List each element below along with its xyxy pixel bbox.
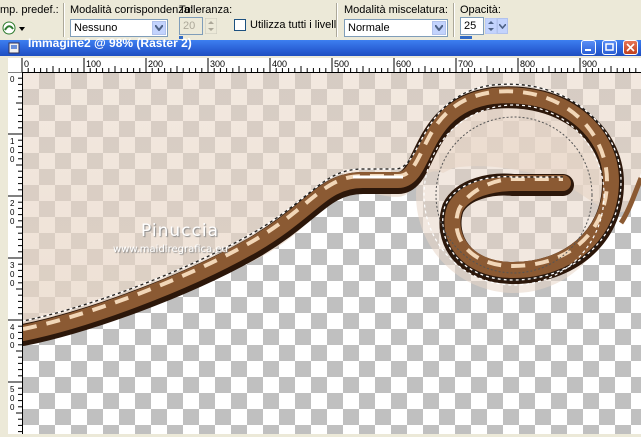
ruler-label: 0 xyxy=(10,403,15,412)
tool-options-bar: mp. predef.: Modalità corrispondenza: Ne… xyxy=(0,0,641,40)
chevron-down-icon xyxy=(19,27,25,31)
close-icon xyxy=(626,43,635,52)
use-all-layers-checkbox[interactable] xyxy=(234,19,246,31)
watermark-title: Pinuccia xyxy=(141,221,219,241)
ruler-label: 1 xyxy=(10,137,15,146)
vertical-ruler[interactable]: 0100200300400500 xyxy=(8,71,23,434)
chevron-down-icon xyxy=(499,24,506,29)
match-mode-label: Modalità corrispondenza: xyxy=(70,4,193,16)
tolerance-label: Tolleranza: xyxy=(179,4,233,16)
document-icon xyxy=(8,42,20,54)
opacity-dropdown-button[interactable] xyxy=(497,18,508,34)
ruler-label: 200 xyxy=(148,59,163,69)
ruler-label: 300 xyxy=(210,59,225,69)
toolbar-separator xyxy=(453,3,455,37)
use-all-layers-label: Utilizza tutti i livelli xyxy=(250,19,339,31)
restore-button[interactable] xyxy=(602,40,617,55)
ruler-label: 0 xyxy=(10,332,15,341)
preset-icon xyxy=(2,21,16,35)
ruler-label: 0 xyxy=(10,217,15,226)
vertical-ruler-ticks: 0100200300400500 xyxy=(8,71,22,433)
ruler-label: 4 xyxy=(10,323,15,332)
ruler-label: 2 xyxy=(10,199,15,208)
minimize-icon xyxy=(585,49,591,51)
ruler-label: 0 xyxy=(10,146,15,155)
opacity-value: 25 xyxy=(464,20,477,32)
minimize-button[interactable] xyxy=(581,40,596,55)
ruler-label: 700 xyxy=(458,59,473,69)
ruler-label: 0 xyxy=(10,394,15,403)
close-button[interactable] xyxy=(623,40,638,55)
toolbar-separator xyxy=(336,3,338,37)
chevron-down-icon xyxy=(435,25,443,31)
image-canvas[interactable]: Pinuccia www.maidiregrafica.eu xyxy=(23,73,641,434)
blend-mode-dropdown-button[interactable] xyxy=(432,21,446,35)
blend-mode-label: Modalità miscelatura: xyxy=(344,4,448,16)
blend-mode-value: Normale xyxy=(348,22,390,34)
ruler-label: 0 xyxy=(24,59,29,69)
tolerance-value: 20 xyxy=(183,20,196,32)
ruler-label: 400 xyxy=(272,59,287,69)
preset-button[interactable] xyxy=(2,20,26,36)
match-mode-dropdown-button[interactable] xyxy=(152,21,166,35)
ruler-label: 3 xyxy=(10,261,15,270)
blend-mode-select[interactable]: Normale xyxy=(344,19,448,37)
ruler-label: 900 xyxy=(582,59,597,69)
ruler-label: 0 xyxy=(10,341,15,350)
tolerance-field[interactable]: 20 xyxy=(179,17,203,35)
ruler-label: 5 xyxy=(10,385,15,394)
ruler-label: 0 xyxy=(10,270,15,279)
document-titlebar[interactable]: Immagine2 @ 98% (Raster 2) xyxy=(0,36,641,56)
toolbar-separator xyxy=(63,3,65,37)
match-mode-select[interactable]: Nessuno xyxy=(70,19,168,37)
restore-icon xyxy=(605,43,614,51)
ruler-label: 100 xyxy=(86,59,101,69)
ruler-label: 600 xyxy=(396,59,411,69)
opacity-spinner[interactable] xyxy=(485,18,497,34)
ruler-label: 0 xyxy=(10,279,15,288)
opacity-field[interactable]: 25 xyxy=(460,17,484,35)
preset-label: mp. predef.: xyxy=(0,4,59,16)
horizontal-ruler-ticks: 0 100 200 300 400 500 600 700 800 900 xyxy=(21,58,637,72)
window-frame-left xyxy=(0,56,8,434)
ruler-label: 0 xyxy=(10,75,15,84)
tolerance-spinner[interactable] xyxy=(205,18,217,34)
watermark-url: www.maidiregrafica.eu xyxy=(113,244,228,255)
ruler-label: 800 xyxy=(520,59,535,69)
ruler-label: 0 xyxy=(10,155,15,164)
chevron-down-icon xyxy=(155,25,163,31)
ruler-label: 500 xyxy=(334,59,349,69)
match-mode-value: Nessuno xyxy=(74,22,118,34)
ruler-label: 0 xyxy=(10,208,15,217)
opacity-slider-indicator xyxy=(460,36,472,39)
opacity-label: Opacità: xyxy=(460,4,501,16)
horizontal-ruler[interactable]: 0 100 200 300 400 500 600 700 800 900 xyxy=(8,58,641,73)
document-title: Immagine2 @ 98% (Raster 2) xyxy=(28,36,192,50)
